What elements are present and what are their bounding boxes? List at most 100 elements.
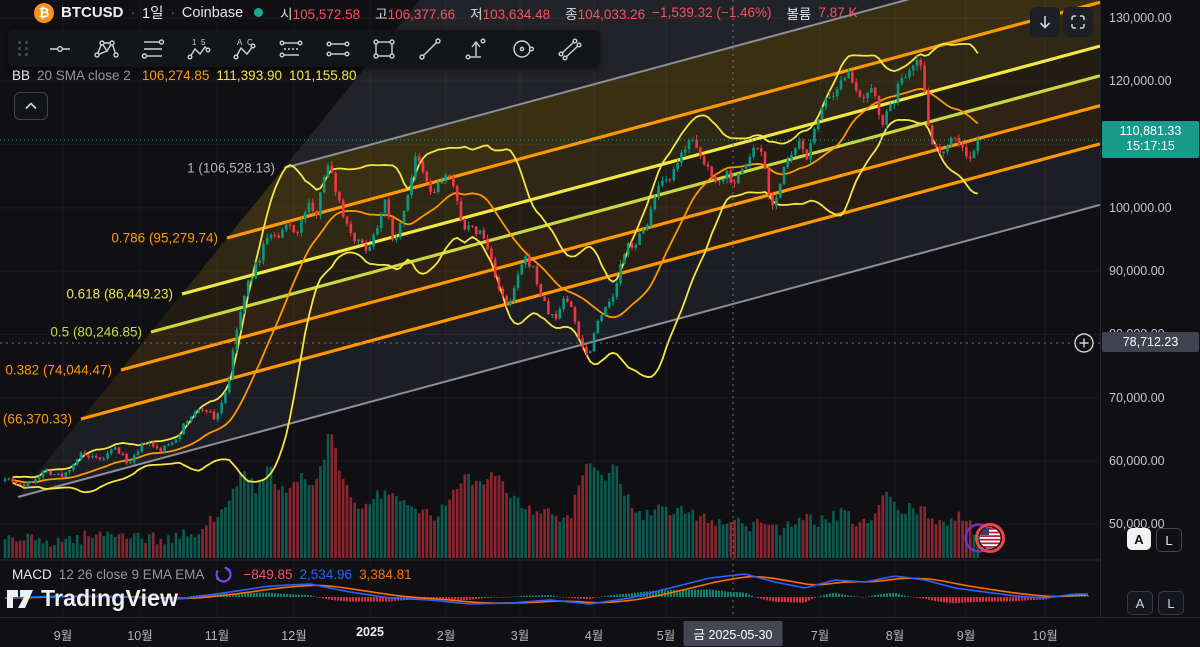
interval-selector[interactable]: 1일 (142, 2, 163, 23)
tradingview-logo[interactable]: TradingView (6, 585, 178, 612)
macd-histogram-bar (589, 597, 591, 600)
candle (395, 237, 398, 240)
exchange-name[interactable]: Coinbase (182, 5, 243, 21)
volume-bar (448, 499, 451, 558)
time-axis-label[interactable]: 5월 (657, 625, 675, 644)
volume-bar (911, 508, 915, 558)
time-axis-label[interactable]: 8월 (886, 625, 904, 644)
volume-bar (132, 533, 136, 558)
change-value: −1,539.32 (−1.46%) (652, 5, 772, 20)
candle (490, 248, 493, 260)
time-axis[interactable]: 9월 10월 11월 12월 2025 2월 3월 4월 5월 7월 8월 9월 10월 금 2025-… (0, 617, 1200, 647)
candle (759, 148, 763, 153)
volume-bar (326, 434, 330, 558)
arrow-marker-tool[interactable] (455, 32, 497, 66)
symbol-name[interactable]: BTCUSD (61, 4, 124, 21)
xabcd-pattern-tool[interactable] (85, 32, 127, 66)
candle (372, 234, 375, 247)
auto-scale-button[interactable]: A (1127, 528, 1151, 550)
time-axis-label[interactable]: 7월 (811, 625, 829, 644)
volume-bar (433, 520, 436, 558)
fullscreen-button[interactable] (1063, 7, 1093, 37)
candle (182, 423, 185, 435)
time-axis-label[interactable]: 10월 (1032, 625, 1057, 644)
time-axis-label[interactable]: 9월 (54, 625, 72, 644)
macd-auto-scale-button[interactable]: A (1127, 591, 1153, 615)
horizontal-line-tool[interactable] (39, 32, 81, 66)
candle (547, 300, 550, 315)
volume-bar (467, 473, 470, 558)
candle (843, 78, 847, 81)
bb-indicator-row[interactable]: BB 20 SMA close 2 106,274.85 111,393.90 … (12, 68, 357, 83)
time-axis-label[interactable]: 3월 (511, 625, 529, 644)
volume-bar (129, 538, 132, 558)
add-alert-plus-icon[interactable] (1072, 331, 1096, 360)
macd-histogram-bar (301, 594, 303, 597)
macd-line-value: 2,534.96 (299, 567, 353, 582)
volume-bar (246, 479, 250, 558)
volume-bar (805, 514, 809, 558)
time-axis-label[interactable]: 9월 (957, 625, 975, 644)
collapse-panel-button[interactable] (14, 92, 48, 120)
time-axis-label[interactable]: 2025 (356, 625, 384, 639)
btc-logo-icon: ₿ (34, 2, 54, 23)
time-axis-label[interactable]: 12월 (281, 625, 306, 644)
candle (243, 295, 246, 312)
macd-indicator-row[interactable]: MACD 12 26 close 9 EMA EMA −849.85 2,534… (12, 566, 412, 583)
time-axis-label[interactable]: 4월 (585, 625, 603, 644)
macd-histogram-bar (457, 597, 459, 600)
macd-histogram-bar (919, 597, 921, 599)
circle-tool[interactable] (502, 32, 544, 66)
flat-top-bottom-tool[interactable] (317, 32, 359, 66)
toolbar-drag-handle[interactable] (18, 41, 29, 56)
candle (288, 224, 292, 226)
candle (600, 315, 603, 321)
volume-bar (873, 513, 877, 558)
macd-histogram-bar (937, 597, 939, 602)
volume-bar (391, 493, 394, 558)
macd-histogram-bar (379, 597, 381, 602)
volume-bar (395, 496, 398, 558)
log-scale-button[interactable]: L (1156, 528, 1182, 552)
refresh-icon[interactable] (215, 566, 232, 583)
macd-histogram-bar (862, 597, 864, 598)
us-flag-icon (979, 527, 1001, 549)
scroll-to-recent-button[interactable] (1030, 7, 1060, 37)
price-chart-canvas[interactable]: 1 (106,528.13) 0.786 (95,279.74) 0.618 (86… (0, 0, 1200, 647)
trend-line-tool[interactable] (409, 32, 451, 66)
macd-histogram-bar (517, 596, 519, 597)
volume-bar (775, 524, 778, 558)
volume-bar (15, 541, 18, 558)
candle (927, 91, 930, 126)
candle (809, 143, 812, 160)
macd-histogram-bar (367, 597, 369, 602)
time-axis-label[interactable]: 10월 (127, 625, 152, 644)
time-axis-label[interactable]: 2월 (437, 625, 455, 644)
candle (961, 144, 964, 148)
candle (330, 165, 334, 173)
macd-histogram-bar (895, 592, 897, 597)
volume-bar (524, 509, 527, 558)
parallel-channel-tool[interactable] (548, 32, 590, 66)
volume-bar (683, 513, 687, 558)
rectangle-tool[interactable] (363, 32, 405, 66)
abcd-pattern-tool[interactable]: AC (224, 32, 266, 66)
candle (923, 65, 926, 92)
macd-histogram-bar (271, 592, 273, 597)
candle (227, 378, 231, 393)
time-axis-label[interactable]: 11월 (205, 625, 229, 644)
price-axis[interactable]: 130,000.00120,000.00100,000.0090,000.008… (1100, 0, 1200, 647)
elliott-wave-tool[interactable]: 15 (178, 32, 220, 66)
macd-hist-value: −849.85 (243, 567, 293, 582)
candle (281, 229, 284, 238)
macd-histogram-bar (958, 597, 960, 604)
macd-histogram-bar (1009, 597, 1011, 602)
volume-bar (34, 540, 37, 558)
fib-retracement-tool[interactable] (132, 32, 174, 66)
volume-bar (307, 484, 311, 558)
volume-bar (117, 534, 121, 558)
macd-log-scale-button[interactable]: L (1158, 591, 1184, 615)
macd-histogram-bar (691, 589, 693, 597)
disjoint-channel-tool[interactable] (270, 32, 312, 66)
volume-bar (645, 509, 649, 558)
